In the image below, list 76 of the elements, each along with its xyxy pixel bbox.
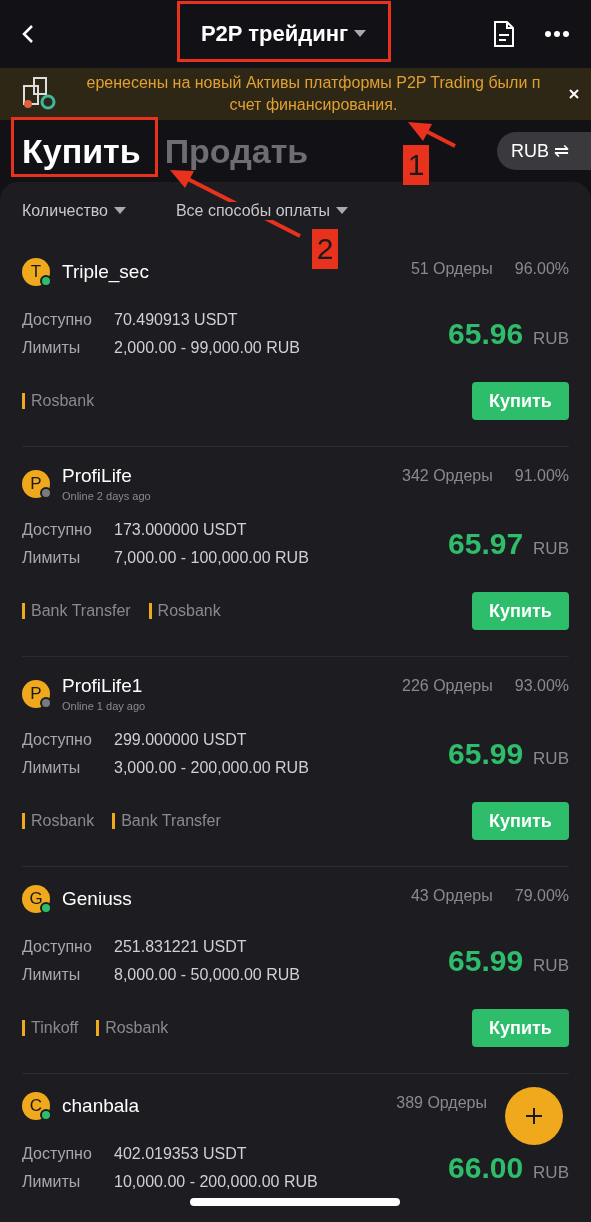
annotation-label: 2 (312, 229, 338, 269)
payment-method: Tinkoff (22, 1020, 79, 1036)
limits-label: Лимиты (22, 1172, 82, 1192)
available-amount: 173.000000 USDT (114, 520, 247, 540)
limits-label: Лимиты (22, 338, 82, 358)
price-currency: RUB (533, 1163, 569, 1183)
completion-rate: 91.00% (514, 467, 569, 485)
available-amount: 299.000000 USDT (114, 730, 247, 750)
document-icon[interactable] (493, 20, 515, 48)
currency-button[interactable]: RUB ⇌ (496, 132, 591, 170)
limits-range: 2,000.00 - 99,000.00 RUB (114, 338, 300, 358)
tab[interactable]: Продать (164, 131, 309, 171)
limits-range: 7,000.00 - 100,000.00 RUB (114, 548, 309, 568)
tab[interactable]: Купить (22, 131, 141, 171)
available-label: Доступно (22, 520, 93, 540)
payment-method: Bank Transfer (112, 813, 221, 829)
dropdown-caret-icon[interactable] (354, 30, 367, 38)
page-title[interactable]: P2P трейдинг (200, 21, 349, 47)
last-seen-text: Online 1 day ago (62, 700, 146, 712)
limits-range: 10,000.00 - 200,000.00 RUB (114, 1172, 318, 1192)
filter-dropdown[interactable]: Все способы оплаты (175, 202, 348, 220)
price-currency: RUB (533, 749, 569, 769)
price: 65.99 (448, 944, 524, 978)
seller-name[interactable]: Geniuss (62, 888, 132, 910)
payment-method: Rosbank (96, 1020, 169, 1036)
price: 66.00 (448, 1151, 524, 1185)
avatar[interactable]: P (22, 679, 50, 708)
available-amount: 70.490913 USDT (114, 310, 238, 330)
price: 65.97 (448, 527, 524, 561)
orders-count: 51 Ордеры (410, 260, 493, 278)
price-currency: RUB (533, 329, 569, 349)
payment-method: Bank Transfer (22, 603, 131, 619)
plus-icon (524, 1106, 544, 1126)
more-icon[interactable] (545, 31, 569, 37)
completion-rate: 79.00% (514, 887, 569, 905)
documents-icon (22, 76, 58, 112)
payment-method: Rosbank (22, 393, 95, 409)
avatar[interactable]: G (22, 885, 50, 913)
completion-rate: 93.00% (514, 677, 569, 695)
limits-range: 8,000.00 - 50,000.00 RUB (114, 965, 300, 985)
seller-name[interactable]: chanbala (62, 1095, 140, 1117)
limits-range: 3,000.00 - 200,000.00 RUB (114, 758, 309, 778)
caret-icon (335, 207, 348, 215)
limits-label: Лимиты (22, 758, 82, 778)
available-label: Доступно (22, 310, 93, 330)
available-label: Доступно (22, 937, 93, 957)
back-icon[interactable] (22, 24, 34, 44)
available-amount: 251.831221 USDT (114, 937, 247, 957)
seller-name[interactable]: ProfiLife (62, 465, 151, 487)
annotation-arrow (408, 122, 456, 148)
orders-count: 226 Ордеры (402, 677, 493, 695)
limits-label: Лимиты (22, 965, 82, 985)
available-amount: 402.019353 USDT (114, 1144, 247, 1164)
orders-count: 342 Ордеры (402, 467, 493, 485)
price: 65.96 (448, 317, 524, 351)
seller-name[interactable]: ProfiLife1 (62, 675, 146, 697)
caret-icon (113, 207, 126, 215)
annotation-label: 1 (403, 145, 429, 185)
completion-rate: 96.00% (514, 260, 569, 278)
payment-method: Rosbank (148, 603, 221, 619)
price-currency: RUB (533, 539, 569, 559)
price: 65.99 (448, 737, 524, 771)
avatar[interactable]: P (22, 469, 50, 498)
notice-text: еренесены на новый Активы платформы P2P Trading были п счет финансирования. (85, 73, 542, 115)
available-label: Доступно (22, 1144, 93, 1164)
avatar[interactable]: C (22, 1092, 50, 1120)
price-currency: RUB (533, 956, 569, 976)
last-seen-text: Online 2 days ago (62, 490, 151, 502)
close-icon[interactable] (569, 89, 579, 99)
avatar[interactable]: T (22, 258, 50, 286)
seller-name[interactable]: Triple_sec (62, 261, 149, 283)
available-label: Доступно (22, 730, 93, 750)
orders-count: 389 Ордеры (396, 1094, 487, 1112)
orders-count: 43 Ордеры (410, 887, 493, 905)
payment-method: Rosbank (22, 813, 95, 829)
limits-label: Лимиты (22, 548, 82, 568)
